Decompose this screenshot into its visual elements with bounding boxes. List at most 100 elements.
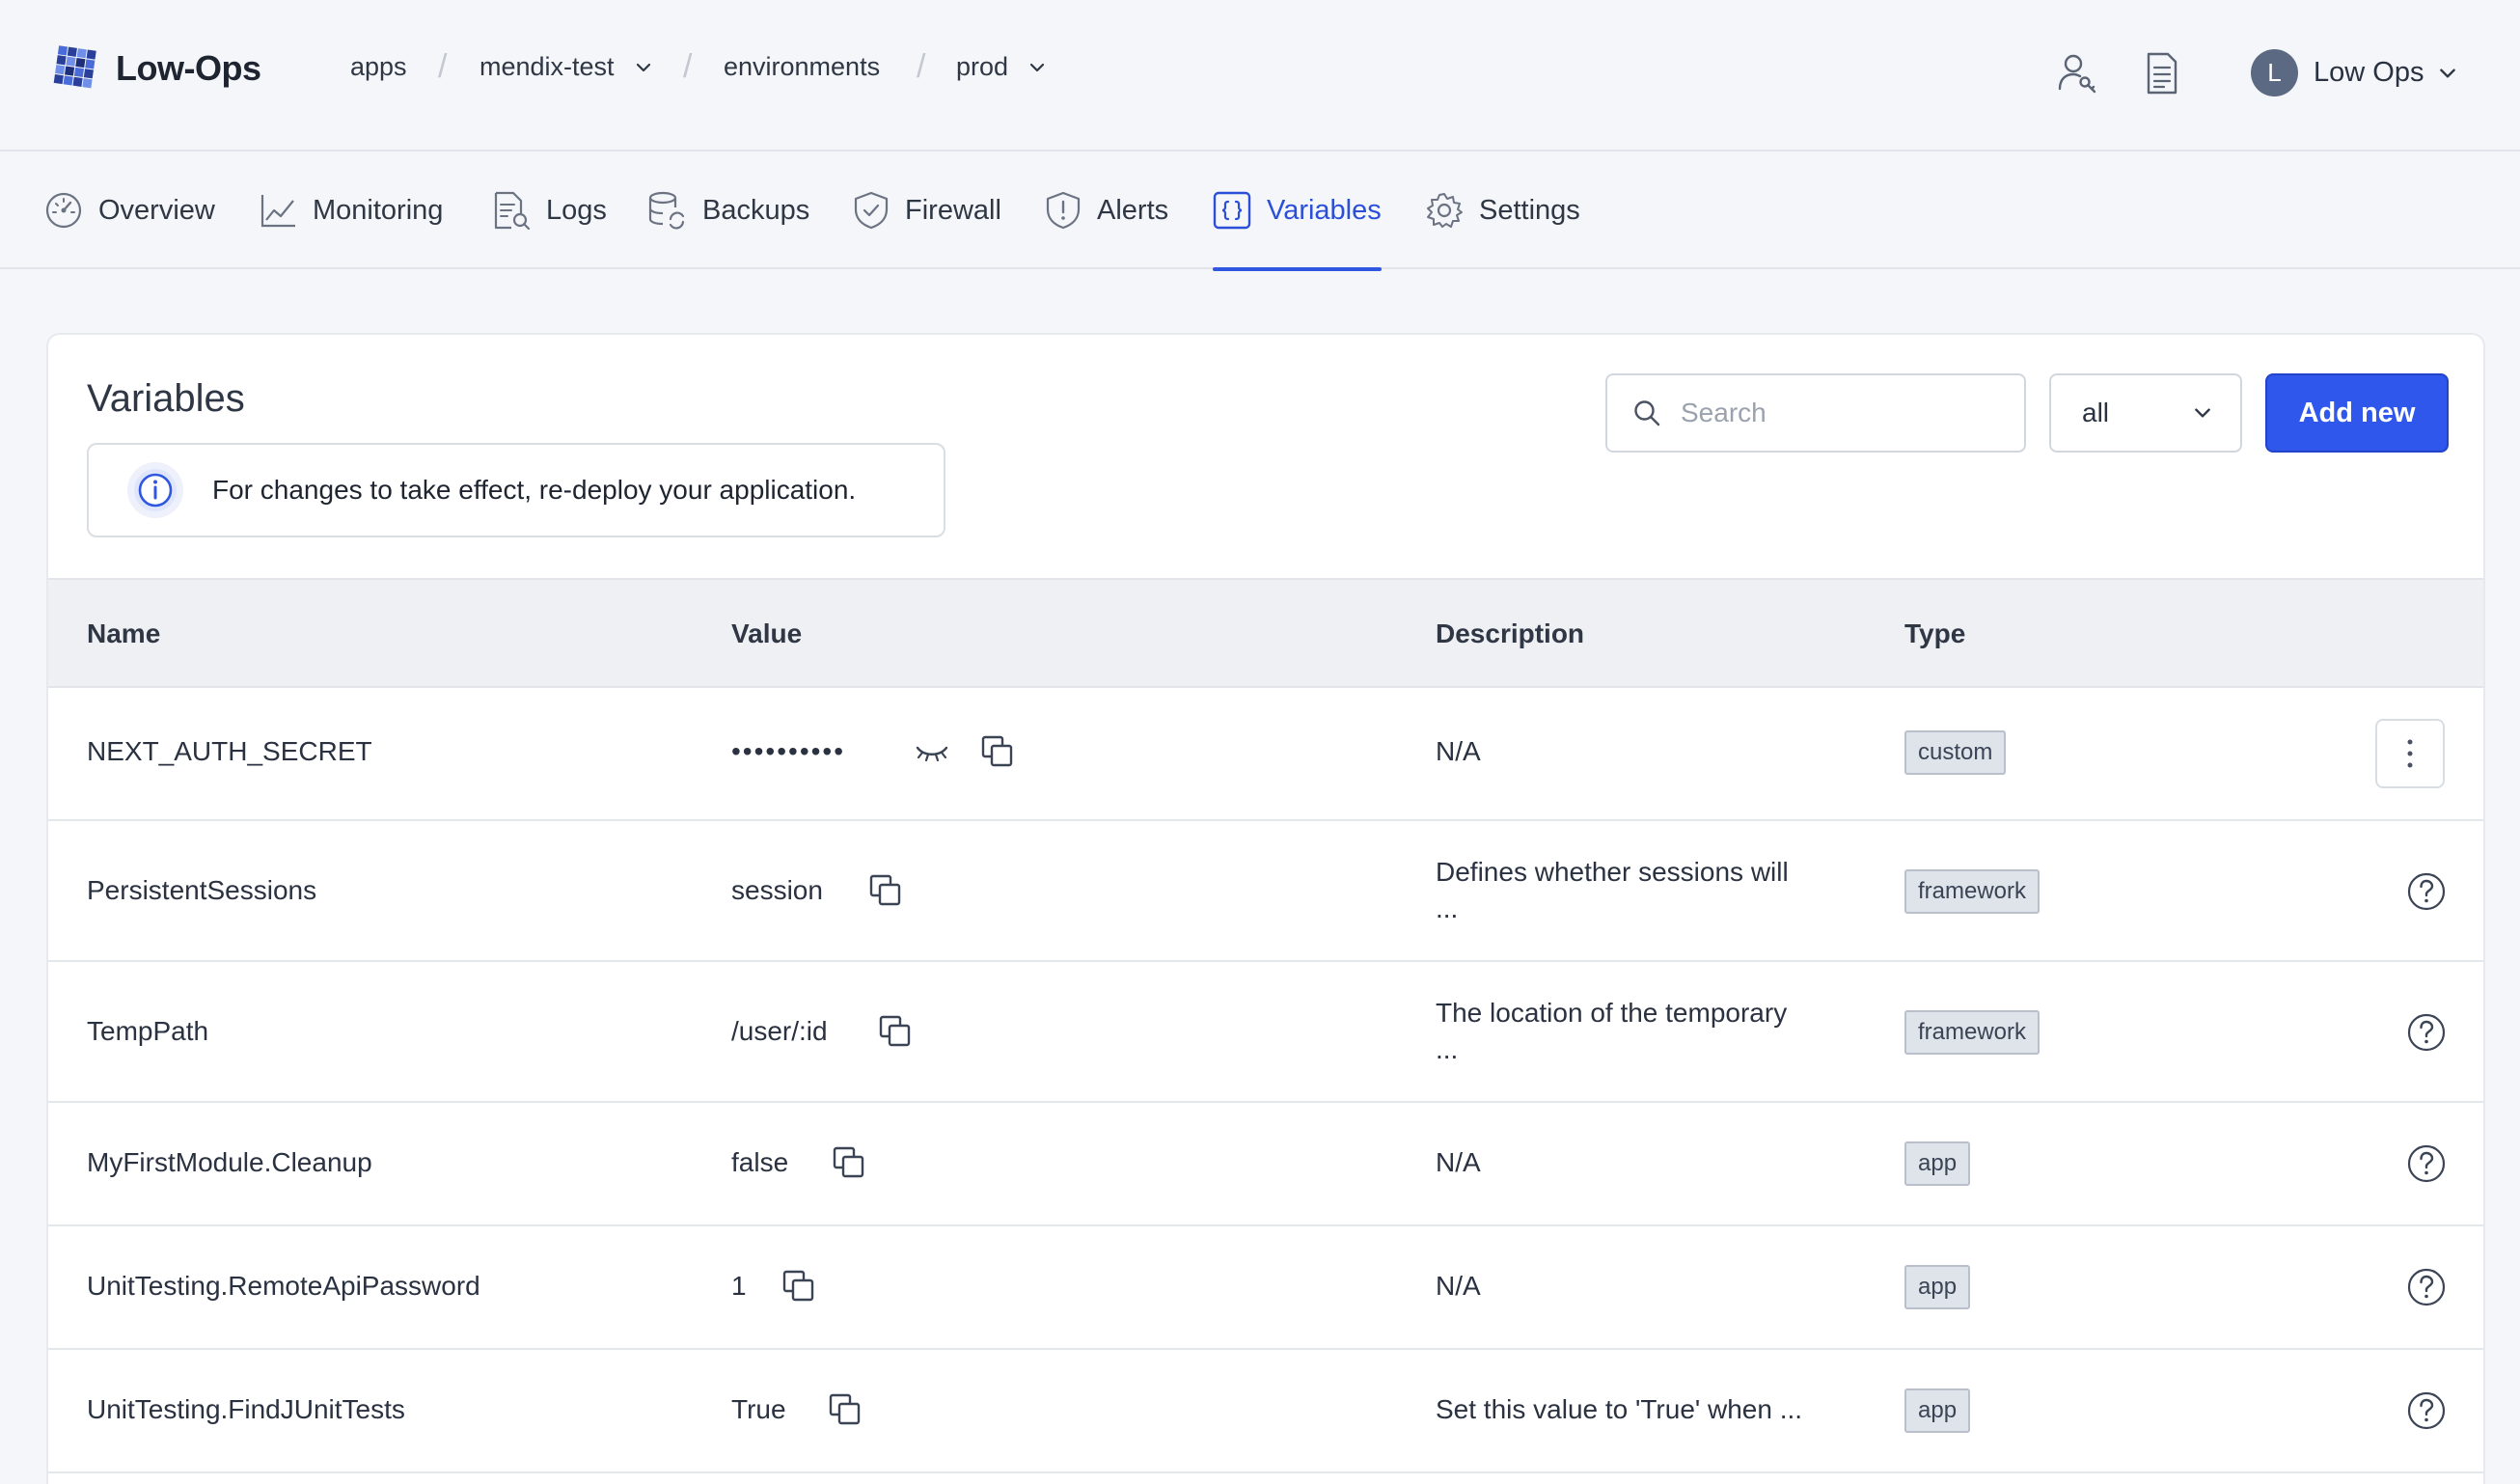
variable-name: UnitTesting.FindJUnitTests bbox=[87, 1394, 405, 1424]
variable-name: PersistentSessions bbox=[87, 875, 317, 905]
eye-closed-icon[interactable] bbox=[915, 738, 949, 767]
type-badge: custom bbox=[1904, 730, 2007, 775]
copy-icon[interactable] bbox=[980, 734, 1015, 769]
column-header-value[interactable]: Value bbox=[731, 618, 802, 649]
variable-value: 1 bbox=[731, 1271, 747, 1301]
tab-label: Alerts bbox=[1097, 194, 1169, 226]
breadcrumb-separator: / bbox=[683, 48, 693, 85]
variable-name: UnitTesting.RemoteApiPassword bbox=[87, 1271, 480, 1301]
table-row: TempPath /user/:id The location of the t… bbox=[48, 962, 2483, 1103]
vertical-dots-icon bbox=[2407, 739, 2413, 768]
tab-label: Overview bbox=[98, 194, 215, 226]
breadcrumb-separator: / bbox=[438, 48, 448, 85]
column-header-type[interactable]: Type bbox=[1904, 618, 1965, 649]
type-badge: framework bbox=[1904, 869, 2041, 914]
tab-settings[interactable]: Settings bbox=[1425, 151, 1580, 269]
user-menu[interactable]: L Low Ops bbox=[2251, 49, 2458, 96]
table-row: UnitTesting.RemoteApiPassword 1 N/A app bbox=[48, 1226, 2483, 1350]
user-key-icon[interactable] bbox=[2056, 50, 2098, 96]
search-icon bbox=[1632, 398, 1661, 427]
breadcrumb-apps[interactable]: apps bbox=[350, 52, 407, 82]
copy-icon[interactable] bbox=[781, 1269, 816, 1304]
gauge-icon bbox=[44, 191, 83, 230]
tab-backups[interactable]: Backups bbox=[646, 151, 809, 269]
breadcrumb-app-select[interactable]: mendix-test bbox=[479, 52, 653, 82]
chevron-down-icon bbox=[2192, 402, 2213, 424]
notice-text: For changes to take effect, re-deploy yo… bbox=[212, 475, 857, 505]
type-badge: app bbox=[1904, 1265, 1971, 1309]
variable-description: N/A bbox=[1436, 1271, 1481, 1301]
chevron-down-icon bbox=[1027, 58, 1047, 77]
search-box[interactable] bbox=[1605, 373, 2026, 453]
help-icon[interactable] bbox=[2406, 871, 2447, 912]
breadcrumb-label: prod bbox=[956, 52, 1009, 81]
redeploy-notice: For changes to take effect, re-deploy yo… bbox=[87, 443, 945, 537]
help-icon[interactable] bbox=[2406, 1390, 2447, 1431]
tab-variables[interactable]: Variables bbox=[1213, 151, 1382, 271]
table-row: UnitTesting.FindJUnitTests True Set this… bbox=[48, 1350, 2483, 1473]
help-icon[interactable] bbox=[2406, 1143, 2447, 1184]
type-filter-select[interactable]: all bbox=[2049, 373, 2242, 453]
table-row: NEXT_AUTH_SECRET •••••••••• N/A custom bbox=[48, 688, 2483, 821]
copy-icon[interactable] bbox=[878, 1014, 913, 1049]
table-header: Name Value Description Type bbox=[48, 578, 2483, 688]
description-line: ... bbox=[1436, 893, 1459, 923]
page-title: Variables bbox=[87, 377, 245, 420]
breadcrumb-label: mendix-test bbox=[479, 52, 615, 81]
gear-icon bbox=[1425, 191, 1464, 230]
variable-name: TempPath bbox=[87, 1016, 209, 1046]
description-line: The location of the temporary bbox=[1436, 998, 1788, 1028]
column-header-description[interactable]: Description bbox=[1436, 618, 1584, 649]
more-menu-button[interactable] bbox=[2375, 719, 2445, 788]
log-search-icon bbox=[492, 190, 531, 231]
breadcrumb-environments[interactable]: environments bbox=[724, 52, 880, 82]
add-new-button[interactable]: Add new bbox=[2265, 373, 2449, 453]
type-badge: app bbox=[1904, 1141, 1971, 1186]
variable-description: Defines whether sessions will ... bbox=[1436, 854, 1789, 927]
table-row: MyFirstModule.Cleanup false N/A app bbox=[48, 1103, 2483, 1226]
variable-value-masked: •••••••••• bbox=[731, 736, 846, 766]
description-line: Defines whether sessions will bbox=[1436, 857, 1789, 887]
filter-value: all bbox=[2082, 398, 2110, 427]
breadcrumb-label: environments bbox=[724, 52, 881, 81]
variable-value: false bbox=[731, 1147, 789, 1177]
shield-check-icon bbox=[853, 190, 890, 231]
logo-grid-icon bbox=[50, 42, 102, 95]
logo-text: Low-Ops bbox=[116, 48, 261, 88]
variable-value: True bbox=[731, 1394, 786, 1424]
variables-card: Variables For changes to take effect, re… bbox=[46, 333, 2485, 1484]
user-name: Low Ops bbox=[2314, 57, 2424, 88]
chevron-down-icon bbox=[2437, 63, 2458, 84]
variable-name: MyFirstModule.Cleanup bbox=[87, 1147, 372, 1177]
variable-name: NEXT_AUTH_SECRET bbox=[87, 736, 372, 766]
breadcrumb-separator: / bbox=[917, 48, 926, 85]
type-badge: framework bbox=[1904, 1010, 2041, 1055]
tab-bar: Overview Monitoring Logs Backups Firewal… bbox=[0, 151, 2520, 271]
search-input[interactable] bbox=[1681, 398, 2009, 428]
logo[interactable]: Low-Ops bbox=[50, 42, 261, 95]
variable-description: The location of the temporary ... bbox=[1436, 995, 1787, 1068]
variable-description: N/A bbox=[1436, 736, 1481, 766]
help-icon[interactable] bbox=[2406, 1267, 2447, 1307]
tab-label: Backups bbox=[702, 194, 810, 226]
column-header-name[interactable]: Name bbox=[87, 618, 160, 649]
tab-label: Settings bbox=[1479, 194, 1580, 226]
copy-icon[interactable] bbox=[832, 1145, 866, 1180]
tab-logs[interactable]: Logs bbox=[492, 151, 607, 269]
table-row: PersistentSessions session Defines wheth… bbox=[48, 821, 2483, 962]
tab-firewall[interactable]: Firewall bbox=[853, 151, 1001, 269]
copy-icon[interactable] bbox=[828, 1392, 863, 1427]
variable-value: session bbox=[731, 875, 823, 905]
tab-monitoring[interactable]: Monitoring bbox=[259, 151, 443, 269]
variable-description: Set this value to 'True' when ... bbox=[1436, 1394, 1803, 1424]
tab-alerts[interactable]: Alerts bbox=[1045, 151, 1168, 269]
type-badge: app bbox=[1904, 1388, 1971, 1433]
document-icon[interactable] bbox=[2144, 50, 2180, 96]
tab-overview[interactable]: Overview bbox=[44, 151, 215, 269]
tab-label: Logs bbox=[546, 194, 607, 226]
help-icon[interactable] bbox=[2406, 1012, 2447, 1053]
copy-icon[interactable] bbox=[868, 873, 903, 908]
breadcrumb-env-select[interactable]: prod bbox=[956, 52, 1047, 82]
tab-label: Firewall bbox=[905, 194, 1001, 226]
description-line: ... bbox=[1436, 1034, 1459, 1064]
